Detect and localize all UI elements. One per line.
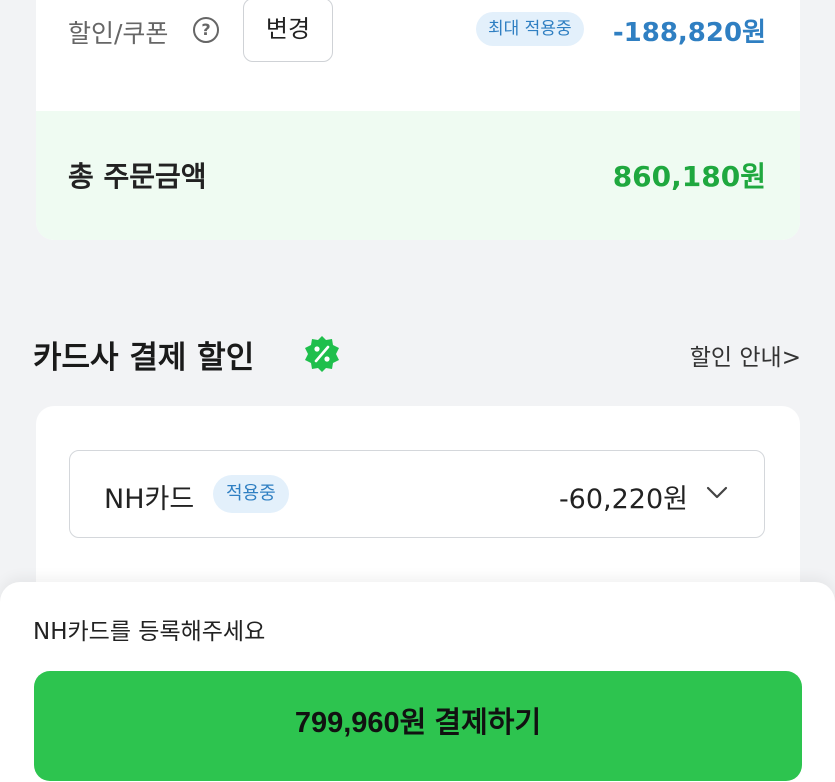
total-order-row: 총 주문금액 860,180원	[36, 111, 800, 240]
register-card-message: NH카드를 등록해주세요	[33, 619, 266, 645]
max-applied-badge: 최대 적용중	[476, 12, 584, 46]
card-name: NH카드	[104, 484, 195, 515]
coupon-label: 할인/쿠폰	[68, 19, 169, 48]
coupon-row: 할인/쿠폰 ? 변경 최대 적용중 -188,820원	[36, 0, 800, 90]
discount-info-link[interactable]: 할인 안내>	[690, 338, 801, 372]
chevron-down-icon[interactable]	[704, 479, 730, 505]
card-discount-amount: -60,220원	[558, 484, 688, 515]
total-order-label: 총 주문금액	[68, 160, 207, 193]
payment-bottom-sheet: NH카드를 등록해주세요 799,960원 결제하기	[0, 582, 835, 782]
help-icon[interactable]: ?	[193, 17, 219, 43]
percent-badge-icon	[305, 336, 339, 372]
order-summary-card: 할인/쿠폰 ? 변경 최대 적용중 -188,820원 총 주문금액 860,1…	[36, 0, 800, 240]
change-coupon-button[interactable]: 변경	[243, 0, 333, 62]
total-order-amount: 860,180원	[612, 160, 766, 193]
card-discount-title: 카드사 결제 할인	[33, 340, 255, 376]
pay-button-label: 799,960원 결제하기	[294, 707, 542, 739]
card-selector[interactable]: NH카드 적용중 -60,220원	[69, 450, 765, 538]
pay-button[interactable]: 799,960원 결제하기	[34, 671, 802, 781]
coupon-discount-amount: -188,820원	[612, 18, 766, 48]
applied-badge: 적용중	[213, 475, 289, 513]
card-discount-card: NH카드 적용중 -60,220원	[36, 406, 800, 606]
